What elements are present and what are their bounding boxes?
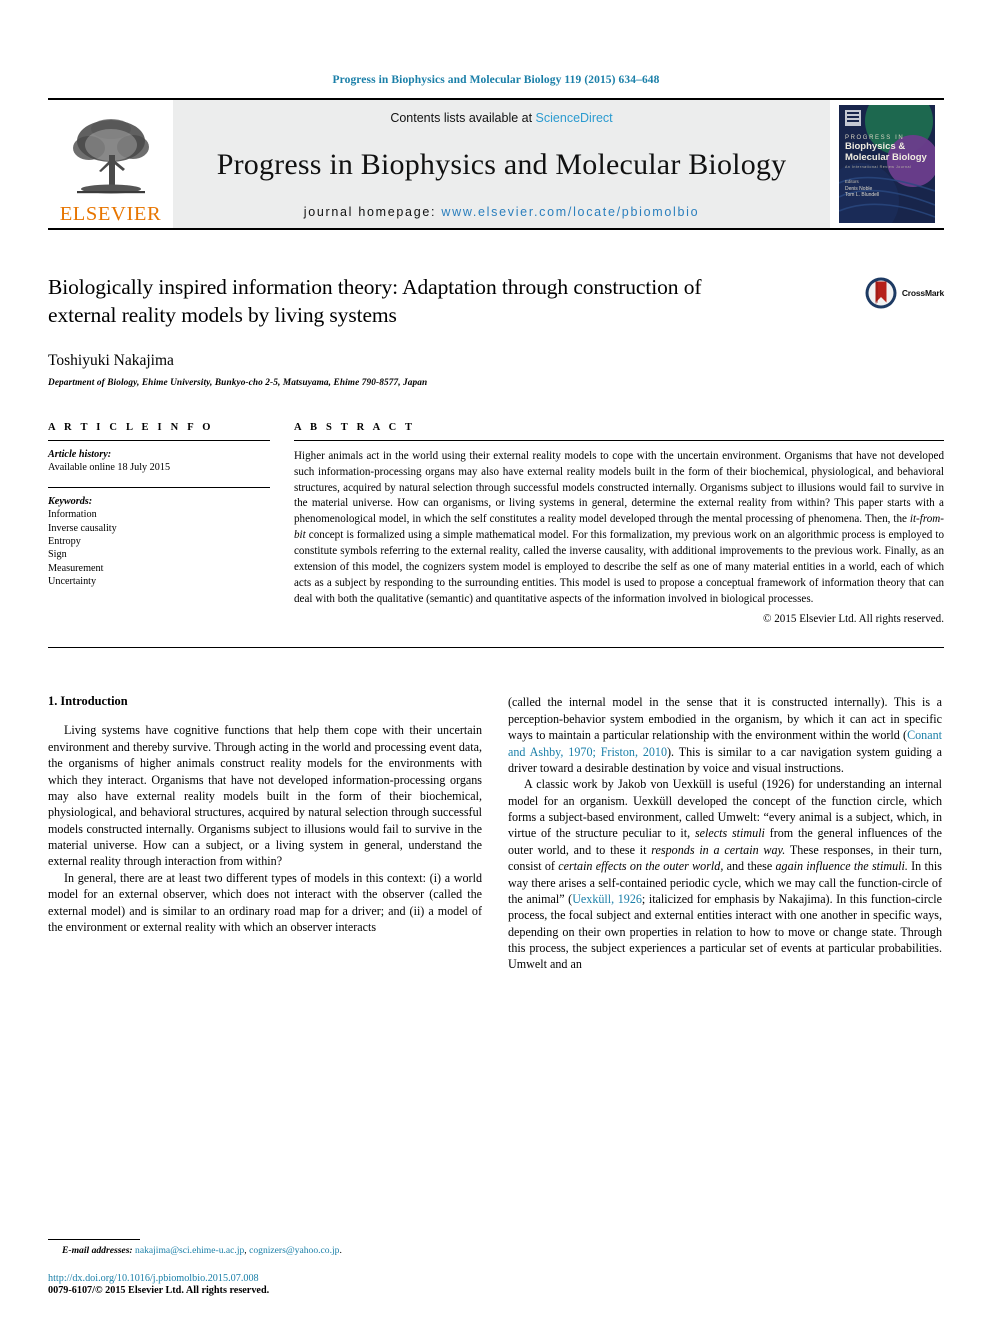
article-info-rule-top xyxy=(48,439,270,441)
keyword-item: Entropy xyxy=(48,536,81,548)
abstract-part-1: Higher animals act in the world using th… xyxy=(294,449,944,526)
article-info-heading: A R T I C L E I N F O xyxy=(48,421,214,433)
homepage-prefix: journal homepage: xyxy=(303,205,442,219)
cover-line3: Molecular Biology xyxy=(845,151,927,163)
paragraph: A classic work by Jakob von Uexküll is u… xyxy=(508,776,942,973)
cover-editors-label: Editors xyxy=(845,179,859,184)
journal-masthead: ELSEVIER Contents lists available at Sci… xyxy=(48,98,944,230)
email-addresses-line: E-mail addresses: nakajima@sci.ehime-u.a… xyxy=(48,1245,482,1256)
crossmark-label: CrossMark xyxy=(901,288,944,298)
para-italic: certain effects on the outer world, xyxy=(558,859,724,874)
paragraph: In general, there are at least two diffe… xyxy=(48,870,482,934)
crossmark-icon xyxy=(865,277,897,309)
keyword-item: Information xyxy=(48,509,97,521)
journal-cover-thumbnail: PROGRESS IN Biophysics & Molecular Biolo… xyxy=(839,105,935,223)
abstract-bottom-rule xyxy=(48,647,944,649)
crossmark-badge[interactable]: CrossMark xyxy=(864,276,944,310)
keywords-list: Information Inverse causality Entropy Si… xyxy=(48,508,270,589)
para-italic: again influence the stimuli. xyxy=(775,859,908,874)
section-heading-introduction: 1. Introduction xyxy=(48,694,128,709)
abstract-copyright: © 2015 Elsevier Ltd. All rights reserved… xyxy=(763,613,944,626)
cover-editor-2: Tom L. Blundell xyxy=(845,192,880,198)
masthead-center: Contents lists available at ScienceDirec… xyxy=(173,100,830,228)
abstract-rule-top xyxy=(294,439,944,441)
homepage-url-link[interactable]: www.elsevier.com/locate/pbiomolbio xyxy=(441,205,699,219)
running-head: Progress in Biophysics and Molecular Bio… xyxy=(332,74,660,86)
email-link-primary[interactable]: nakajima@sci.ehime-u.ac.jp xyxy=(135,1245,244,1256)
abstract-text: Higher animals act in the world using th… xyxy=(294,449,944,608)
keywords-label: Keywords: xyxy=(48,496,93,508)
author-name: Toshiyuki Nakajima xyxy=(48,351,174,369)
issn-copyright-line: 0079-6107/© 2015 Elsevier Ltd. All right… xyxy=(48,1285,270,1296)
para-italic: responds in a certain way. xyxy=(651,842,786,857)
abstract-part-2: concept is formalized using a simple mat… xyxy=(294,529,944,605)
paragraph: Living systems have cognitive functions … xyxy=(48,723,482,869)
doi-link[interactable]: http://dx.doi.org/10.1016/j.pbiomolbio.2… xyxy=(48,1273,482,1284)
cover-subtitle: An International Review Journal xyxy=(845,165,912,170)
article-history-label: Article history: xyxy=(48,448,112,460)
citation-link[interactable]: Uexküll, 1926 xyxy=(572,892,642,906)
info-abstract-region: A R T I C L E I N F O Article history: A… xyxy=(48,421,944,626)
elsevier-wordmark: ELSEVIER xyxy=(59,202,162,225)
body-column-right: (called the internal model in the sense … xyxy=(508,694,942,972)
body-column-left: 1. Introduction Living systems have cogn… xyxy=(48,694,482,972)
paragraph: (called the internal model in the sense … xyxy=(508,694,942,776)
para-text: (called the internal model in the sense … xyxy=(508,695,942,743)
body-columns: 1. Introduction Living systems have cogn… xyxy=(48,694,944,972)
keyword-item: Uncertainty xyxy=(48,576,97,588)
contents-available-line: Contents lists available at ScienceDirec… xyxy=(390,111,612,125)
author-affiliation: Department of Biology, Ehime University,… xyxy=(48,377,428,388)
journal-cover-block: PROGRESS IN Biophysics & Molecular Biolo… xyxy=(830,100,944,228)
sciencedirect-link[interactable]: ScienceDirect xyxy=(536,111,613,125)
para-italic: selects stimuli xyxy=(694,826,765,841)
page-title: Biologically inspired information theory… xyxy=(48,275,702,327)
article-info-column: A R T I C L E I N F O Article history: A… xyxy=(48,422,270,626)
title-block: Biologically inspired information theory… xyxy=(48,274,944,388)
email-addresses-label: E-mail addresses: xyxy=(62,1245,133,1256)
article-history-value: Available online 18 July 2015 xyxy=(48,461,171,473)
keyword-item: Inverse causality xyxy=(48,522,117,534)
keyword-item: Sign xyxy=(48,549,67,561)
journal-title: Progress in Biophysics and Molecular Bio… xyxy=(216,148,787,181)
para-text: and these xyxy=(723,859,776,874)
footnote-divider xyxy=(48,1239,140,1240)
page-footer: E-mail addresses: nakajima@sci.ehime-u.a… xyxy=(48,1239,482,1296)
article-info-rule-mid xyxy=(48,487,270,489)
email-link-secondary[interactable]: cognizers@yahoo.co.jp xyxy=(249,1245,339,1256)
email-period: . xyxy=(339,1245,342,1256)
elsevier-tree-icon xyxy=(72,118,149,193)
keyword-item: Measurement xyxy=(48,562,104,574)
abstract-heading: A B S T R A C T xyxy=(294,421,416,433)
contents-prefix: Contents lists available at xyxy=(390,111,536,125)
article-page: Progress in Biophysics and Molecular Bio… xyxy=(0,0,992,1323)
abstract-column: A B S T R A C T Higher animals act in th… xyxy=(294,421,944,626)
elsevier-logo-block: ELSEVIER xyxy=(48,100,173,228)
journal-homepage-line: journal homepage: www.elsevier.com/locat… xyxy=(304,205,700,219)
